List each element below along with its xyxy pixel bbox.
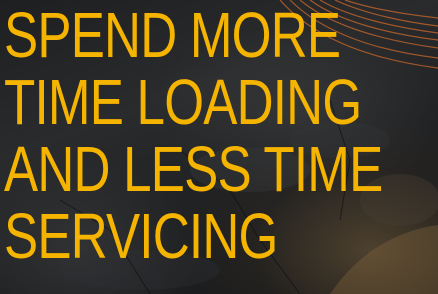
headline-line-1: SPEND MORE xyxy=(4,0,341,71)
headline: SPEND MORE TIME LOADING AND LESS TIME SE… xyxy=(4,0,383,272)
headline-line-4: SERVICING xyxy=(4,200,278,272)
headline-line-2: TIME LOADING xyxy=(4,66,362,138)
headline-line-3: AND LESS TIME xyxy=(4,133,383,205)
hero-banner: SPEND MORE TIME LOADING AND LESS TIME SE… xyxy=(0,0,438,294)
